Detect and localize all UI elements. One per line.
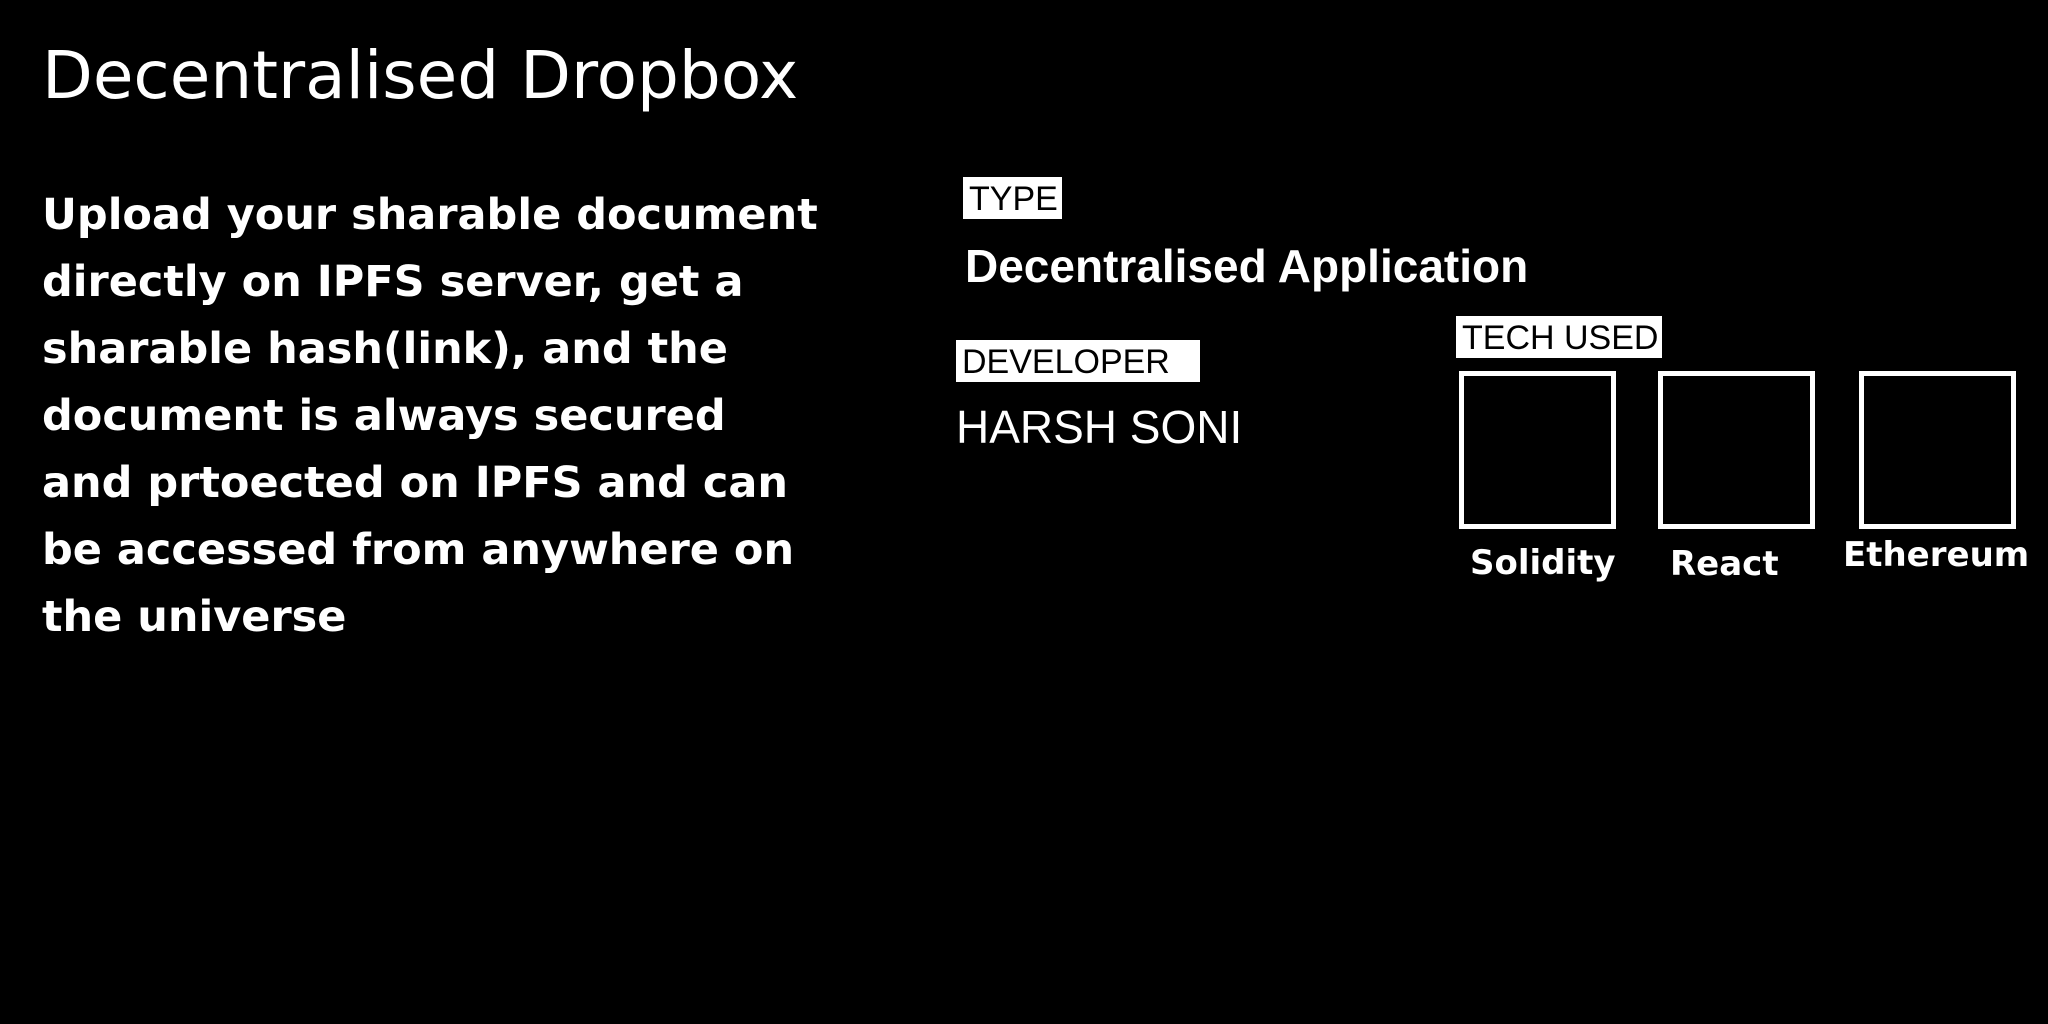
ethereum-logo-placeholder <box>1859 371 2016 529</box>
description-line: sharable hash(link), and the <box>42 324 728 374</box>
description-line: the universe <box>42 592 347 642</box>
solidity-logo-placeholder <box>1459 371 1616 529</box>
project-description: Upload your sharable document directly o… <box>42 182 842 651</box>
type-value: Decentralised Application <box>965 240 1529 292</box>
description-line: Upload your sharable document <box>42 190 818 240</box>
description-line: and prtoected on IPFS and can <box>42 458 789 508</box>
tech-used-label: TECH USED <box>1456 316 1663 358</box>
developer-name: HARSH SONI <box>956 401 1243 453</box>
tech-name-ethereum: Ethereum <box>1843 535 2030 575</box>
description-line: be accessed from anywhere on <box>42 525 795 575</box>
tech-name-solidity: Solidity <box>1470 543 1616 583</box>
page-title: Decentralised Dropbox <box>42 37 799 114</box>
description-line: document is always secured <box>42 391 726 441</box>
type-label: TYPE <box>963 177 1062 219</box>
description-line: directly on IPFS server, get a <box>42 257 744 307</box>
developer-label: DEVELOPER <box>956 340 1200 382</box>
tech-name-react: React <box>1670 544 1779 584</box>
react-logo-placeholder <box>1658 371 1815 529</box>
